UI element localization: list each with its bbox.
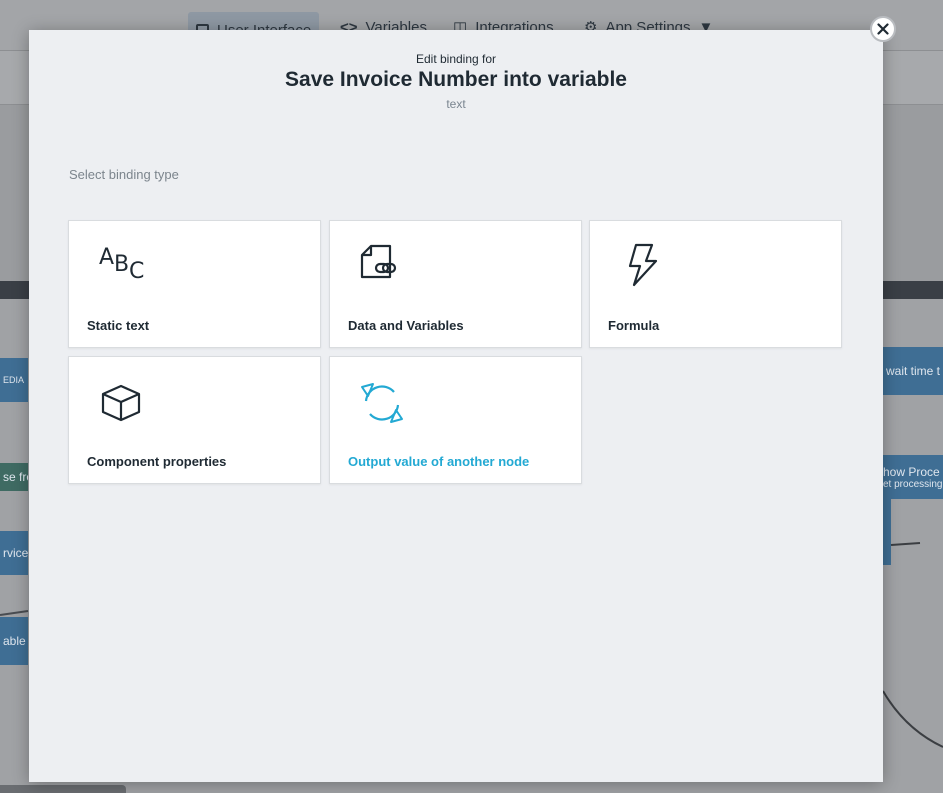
- binding-option-static-text[interactable]: A B C Static text: [68, 220, 321, 348]
- close-icon: [877, 23, 889, 35]
- dialog-subtitle: text: [446, 97, 466, 111]
- binding-option-component-properties[interactable]: Component properties: [68, 356, 321, 484]
- document-link-icon: [360, 244, 397, 279]
- option-label: Formula: [608, 318, 660, 333]
- option-label: Static text: [87, 318, 150, 333]
- abc-glyph-b: B: [114, 252, 130, 277]
- option-label: Data and Variables: [348, 318, 464, 333]
- cube-icon: [101, 384, 141, 422]
- abc-text-icon: A B C: [95, 241, 147, 293]
- edit-binding-dialog: Edit binding for Save Invoice Number int…: [29, 30, 883, 782]
- abc-glyph-c: C: [129, 259, 145, 284]
- dialog-pretitle: Edit binding for: [415, 52, 497, 66]
- binding-option-output-value[interactable]: Output value of another node: [329, 356, 582, 484]
- lightning-bolt-icon: [628, 243, 658, 287]
- section-label: Select binding type: [69, 167, 179, 182]
- close-dialog-button[interactable]: [870, 16, 896, 42]
- horizontal-scrollbar[interactable]: [0, 785, 126, 793]
- binding-option-data-and-variables[interactable]: Data and Variables: [329, 220, 582, 348]
- option-label: Output value of another node: [348, 454, 530, 469]
- refresh-cycle-icon: [361, 383, 403, 423]
- abc-glyph-a: A: [99, 245, 115, 270]
- option-label: Component properties: [87, 454, 227, 469]
- binding-option-formula[interactable]: Formula: [589, 220, 842, 348]
- dialog-title: Save Invoice Number into variable: [285, 68, 627, 91]
